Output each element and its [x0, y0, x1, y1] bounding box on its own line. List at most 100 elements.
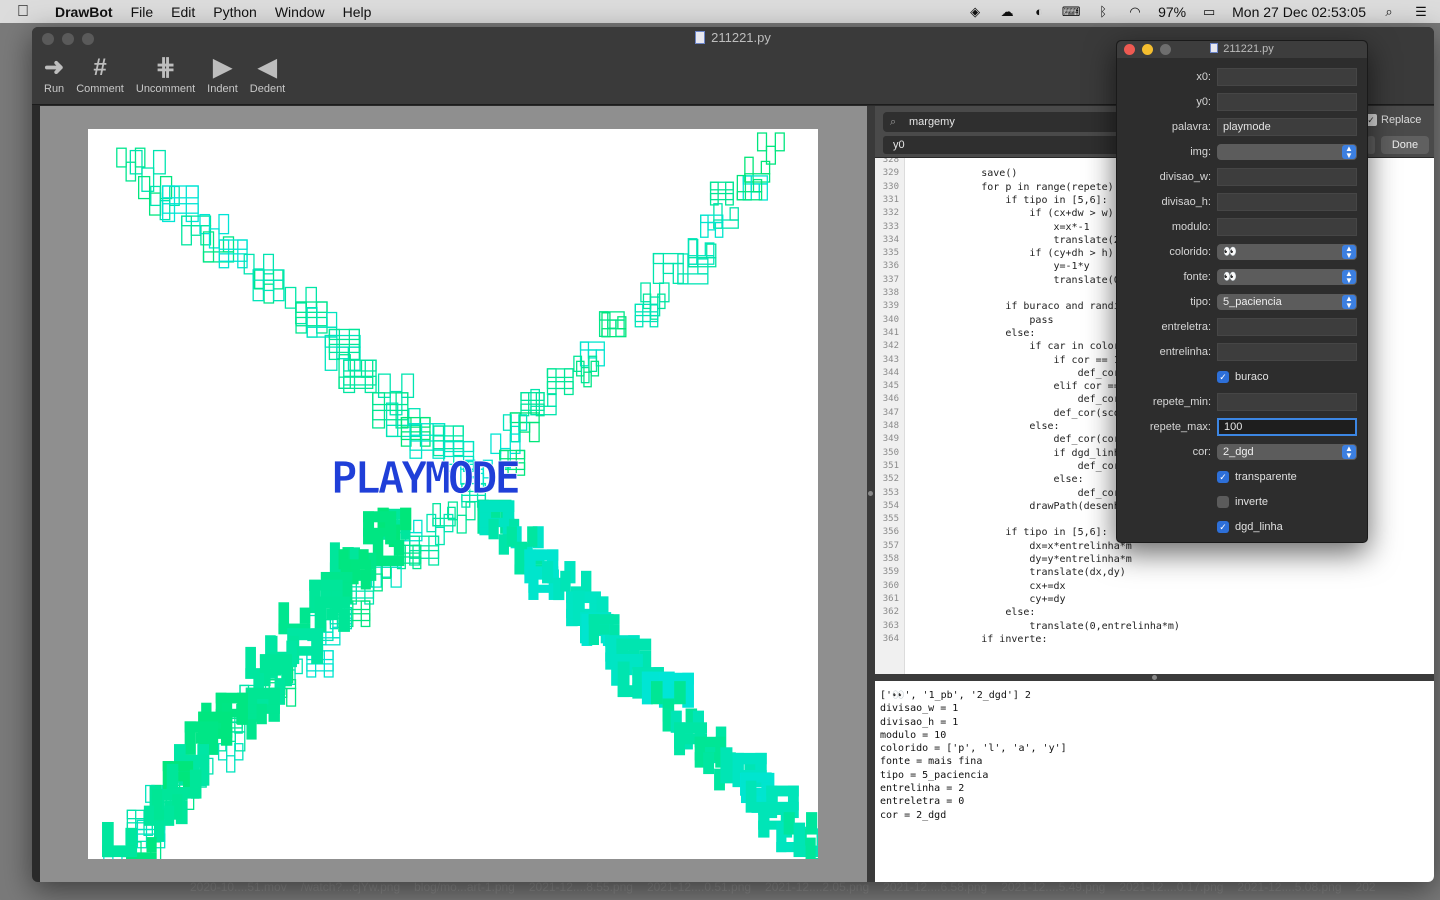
apple-menu-icon[interactable]: 	[0, 3, 46, 21]
desktop-file-label[interactable]: 202	[1356, 880, 1376, 900]
replace-label: Replace	[1381, 114, 1422, 126]
battery-percent[interactable]: 97%	[1158, 4, 1186, 20]
spotlight-search-icon[interactable]: ⌕	[1380, 4, 1398, 19]
comment-button[interactable]: # Comment	[70, 53, 130, 95]
buraco-checkbox[interactable]: ✓ buraco	[1217, 371, 1269, 383]
param-row-colorido: colorido: 👀 ▲ ▼	[1117, 243, 1369, 263]
param-row-repete-max: repete_max: 100	[1117, 418, 1369, 438]
entreletra-input[interactable]	[1217, 318, 1357, 336]
divisao-w-input[interactable]	[1217, 168, 1357, 186]
done-button[interactable]: Done	[1381, 136, 1429, 154]
entrelinha-input[interactable]	[1217, 343, 1357, 361]
popup-value: 2_dgd	[1223, 446, 1254, 458]
drawing-canvas[interactable]: PLAYMODE	[88, 129, 818, 859]
dedent-button[interactable]: ◀ Dedent	[244, 53, 291, 95]
panel-zoom-button[interactable]	[1160, 44, 1171, 55]
search-icon: ⌕	[890, 116, 897, 128]
output-line: colorido = ['p', 'l', 'a', 'y']	[880, 743, 1067, 755]
desktop-file-label[interactable]: 2021-12....6.58.png	[883, 880, 987, 900]
output-line: divisao_h = 1	[880, 716, 959, 728]
status-area: ◈ ☁ ◐ ⌨ ᛒ ◠ 97% ▭ Mon 27 Dec 02:53:05 ⌕ …	[966, 0, 1430, 23]
menu-window[interactable]: Window	[266, 4, 334, 20]
wifi-icon[interactable]: ◠	[1126, 4, 1144, 19]
x0-input[interactable]	[1217, 68, 1357, 86]
transparente-checkbox[interactable]: ✓ transparente	[1217, 471, 1297, 483]
keyboard-icon[interactable]: ⌨	[1062, 4, 1081, 19]
clock[interactable]: Mon 27 Dec 02:53:05	[1232, 4, 1366, 20]
inverte-checkbox[interactable]: inverte	[1217, 496, 1268, 508]
panel-close-button[interactable]	[1124, 44, 1135, 55]
cor-popup[interactable]: 2_dgd ▲ ▼	[1217, 444, 1357, 460]
run-button[interactable]: ➜ Run	[38, 53, 70, 95]
y0-input[interactable]	[1217, 93, 1357, 111]
output-console[interactable]: ['👀', '1_pb', '2_dgd'] 2 divisao_w = 1 div…	[875, 681, 1434, 882]
desktop-file-label[interactable]: 2021-12....5.49.png	[1001, 880, 1105, 900]
desktop-file-label[interactable]: 2021-12....0.51.png	[647, 880, 751, 900]
find-input-value: margemy	[909, 116, 955, 128]
tipo-popup[interactable]: 5_paciencia ▲ ▼	[1217, 294, 1357, 310]
panel-minimize-button[interactable]	[1142, 44, 1153, 55]
repete-min-input[interactable]	[1217, 393, 1357, 411]
code-text: if car in color	[909, 341, 1120, 353]
colorido-popup[interactable]: 👀 ▲ ▼	[1217, 244, 1357, 260]
popup-value: 5_paciencia	[1223, 296, 1282, 308]
line-number: 361	[882, 593, 899, 604]
palavra-input[interactable]: playmode	[1217, 118, 1357, 136]
splitter-handle[interactable]	[868, 491, 873, 496]
desktop-file-label[interactable]: 2021-12....5.08.png	[1237, 880, 1341, 900]
param-label: repete_max:	[1149, 421, 1211, 433]
repete-max-input[interactable]: 100	[1217, 418, 1357, 436]
line-number: 334	[882, 234, 899, 245]
indent-button[interactable]: ▶ Indent	[201, 53, 244, 95]
app-status-icon[interactable]: ◈	[966, 4, 984, 19]
menu-edit[interactable]: Edit	[162, 4, 204, 20]
divisao-h-input[interactable]	[1217, 193, 1357, 211]
dark-mode-icon[interactable]: ◐	[1030, 4, 1048, 19]
desktop-file-label[interactable]: /watch?...cjYw.png	[301, 880, 400, 900]
replace-checkbox[interactable]: ✓ Replace	[1365, 114, 1421, 126]
code-text: else:	[909, 474, 1084, 486]
desktop-file-label[interactable]: 2021-12....2.05.png	[765, 880, 869, 900]
output-line: entreletra = 0	[880, 796, 965, 808]
vertical-splitter[interactable]	[867, 106, 875, 882]
menu-python[interactable]: Python	[204, 4, 266, 20]
param-row-repete-min: repete_min:	[1117, 393, 1369, 413]
uncomment-button[interactable]: ⋕ Uncomment	[130, 53, 201, 95]
modulo-input[interactable]	[1217, 218, 1357, 236]
menu-help[interactable]: Help	[334, 4, 381, 20]
line-number: 333	[882, 221, 899, 232]
param-label: fonte:	[1183, 271, 1211, 283]
line-number: 349	[882, 434, 899, 445]
desktop-file-label[interactable]: blog/mo...art-1.png	[414, 880, 515, 900]
code-text: def_cor(cor	[909, 434, 1120, 446]
desktop-files: 2020-10....51.mov/watch?...cjYw.png blog/…	[190, 880, 1440, 900]
param-label: entrelinha:	[1159, 346, 1211, 358]
outline-glyph	[254, 269, 284, 304]
param-label: y0:	[1196, 96, 1211, 108]
code-text: def_cor	[909, 394, 1120, 406]
splitter-handle[interactable]	[1152, 675, 1157, 680]
param-label: divisao_h:	[1161, 196, 1211, 208]
notification-center-icon[interactable]: ☰	[1412, 4, 1430, 19]
bluetooth-icon[interactable]: ᛒ	[1094, 4, 1112, 19]
img-popup[interactable]: ▲ ▼	[1217, 144, 1357, 160]
horizontal-splitter[interactable]	[875, 674, 1434, 681]
menu-app[interactable]: DrawBot	[46, 4, 122, 20]
code-text: x=x*-1	[909, 221, 1090, 233]
desktop-file-label[interactable]: 2021-12....0.17.png	[1119, 880, 1223, 900]
creative-cloud-icon[interactable]: ☁	[998, 4, 1016, 19]
menu-file[interactable]: File	[122, 4, 163, 20]
output-line: ['👀', '1_pb', '2_dgd'] 2	[880, 690, 1031, 701]
checkbox-icon: ✓	[1217, 521, 1229, 533]
fonte-popup[interactable]: 👀 ▲ ▼	[1217, 269, 1357, 285]
dgd-linha-checkbox[interactable]: ✓ dgd_linha	[1217, 521, 1283, 533]
desktop-file-label[interactable]: 2020-10....51.mov	[190, 880, 287, 900]
battery-icon[interactable]: ▭	[1200, 4, 1218, 19]
canvas-pane[interactable]: PLAYMODE	[40, 106, 867, 882]
line-number: 360	[882, 580, 899, 591]
desktop-file-label[interactable]: 2021-12....8.55.png	[529, 880, 633, 900]
outline-glyph	[756, 132, 785, 165]
indent-icon: ▶	[213, 54, 232, 81]
code-text: dx=x*entrelinha*m	[909, 540, 1132, 552]
outline-glyph	[400, 416, 431, 447]
